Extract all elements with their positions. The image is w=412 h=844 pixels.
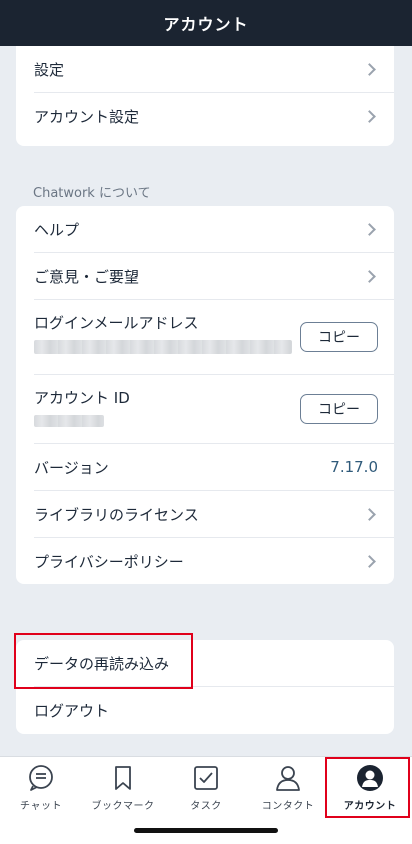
feedback-row[interactable]: ご意見・ご要望 bbox=[16, 253, 394, 299]
chevron-right-icon bbox=[363, 62, 376, 76]
app-header: アカウント bbox=[0, 0, 412, 46]
tab-bookmark[interactable]: ブックマーク bbox=[82, 757, 164, 819]
privacy-row[interactable]: プライバシーポリシー bbox=[16, 538, 394, 584]
tab-contact[interactable]: コンタクト bbox=[247, 757, 329, 819]
settings-card: 設定 アカウント設定 bbox=[16, 46, 394, 146]
redacted-email bbox=[34, 340, 292, 354]
version-row: バージョン 7.17.0 bbox=[16, 444, 394, 490]
account-id-row: アカウント ID コピー bbox=[16, 375, 394, 443]
tab-task-label: タスク bbox=[190, 801, 222, 812]
account-scroll-view[interactable]: 設定 アカウント設定 Chatwork について ヘルプ ご意見・ご要望 ログイ… bbox=[0, 46, 412, 756]
reload-highlight-box bbox=[14, 633, 193, 689]
account-id-label: アカウント ID bbox=[34, 389, 130, 407]
chevron-right-icon bbox=[363, 507, 376, 521]
version-value: 7.17.0 bbox=[330, 458, 378, 476]
account-settings-row[interactable]: アカウント設定 bbox=[16, 93, 394, 139]
chevron-right-icon bbox=[363, 554, 376, 568]
tab-chat[interactable]: チャット bbox=[0, 757, 82, 819]
logout-row[interactable]: ログアウト bbox=[16, 687, 394, 734]
settings-row[interactable]: 設定 bbox=[16, 46, 394, 92]
tab-bookmark-label: ブックマーク bbox=[91, 801, 155, 812]
task-icon bbox=[194, 766, 218, 790]
home-indicator bbox=[134, 828, 278, 833]
help-label: ヘルプ bbox=[34, 220, 80, 239]
copy-account-id-button[interactable]: コピー bbox=[300, 394, 378, 424]
chevron-right-icon bbox=[363, 109, 376, 123]
tab-chat-label: チャット bbox=[20, 801, 62, 812]
licenses-label: ライブラリのライセンス bbox=[34, 505, 199, 524]
logout-label: ログアウト bbox=[34, 702, 110, 720]
page-title: アカウント bbox=[163, 15, 249, 34]
login-email-label: ログインメールアドレス bbox=[34, 314, 199, 332]
version-label: バージョン bbox=[34, 458, 109, 477]
privacy-label: プライバシーポリシー bbox=[34, 552, 184, 571]
login-email-row: ログインメールアドレス コピー bbox=[16, 300, 394, 374]
chevron-right-icon bbox=[363, 222, 376, 236]
licenses-row[interactable]: ライブラリのライセンス bbox=[16, 491, 394, 537]
bookmark-icon bbox=[115, 766, 131, 790]
tab-contact-label: コンタクト bbox=[261, 801, 315, 812]
help-row[interactable]: ヘルプ bbox=[16, 206, 394, 252]
account-settings-label: アカウント設定 bbox=[34, 107, 140, 126]
feedback-label: ご意見・ご要望 bbox=[34, 267, 140, 286]
contact-icon bbox=[276, 766, 300, 791]
tab-task[interactable]: タスク bbox=[165, 757, 247, 819]
about-card: ヘルプ ご意見・ご要望 ログインメールアドレス コピー アカウント ID コピー bbox=[16, 206, 394, 584]
account-tab-highlight-box bbox=[325, 757, 410, 818]
about-section-title: Chatwork について bbox=[33, 186, 151, 201]
chevron-right-icon bbox=[363, 269, 376, 283]
redacted-account-id bbox=[34, 415, 104, 427]
chat-icon bbox=[29, 765, 53, 791]
copy-email-button[interactable]: コピー bbox=[300, 322, 378, 352]
settings-label: 設定 bbox=[34, 60, 65, 79]
